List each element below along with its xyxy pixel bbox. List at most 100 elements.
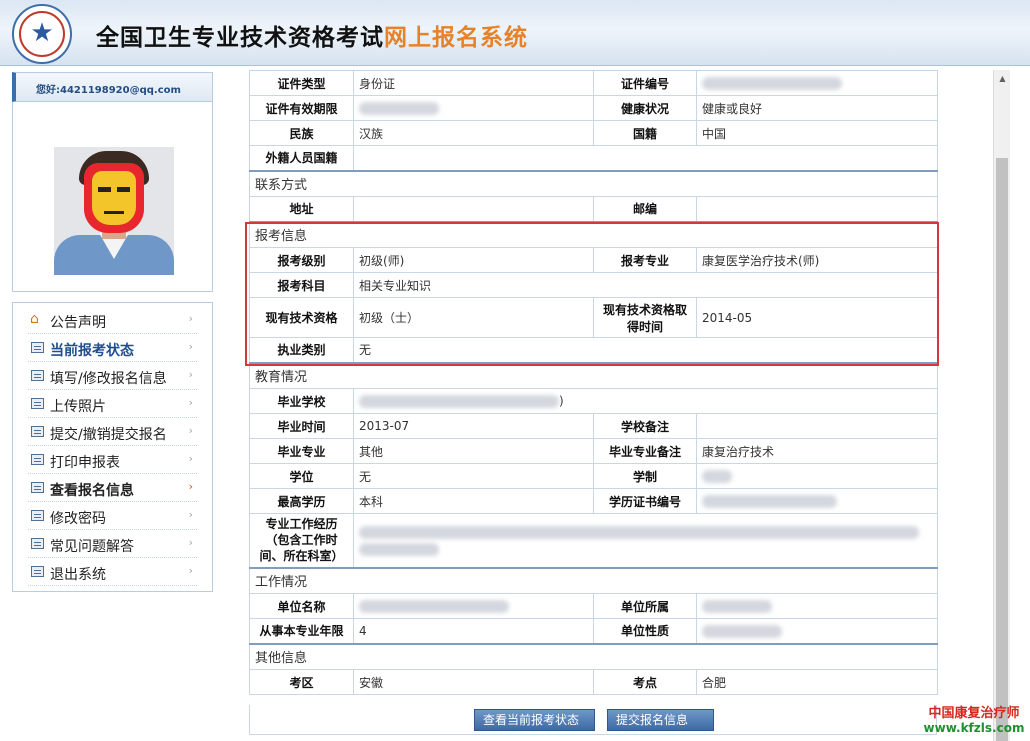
chevron-right-icon: › — [188, 396, 193, 409]
vertical-scrollbar[interactable]: ▲ — [993, 70, 1010, 741]
doc-icon — [31, 510, 44, 521]
sidebar-item-submit-revoke[interactable]: 提交/撤销提交报名 › — [28, 418, 197, 446]
field-label: 地址 — [249, 196, 354, 222]
sidebar-item-change-password[interactable]: 修改密码 › — [28, 502, 197, 530]
chevron-right-icon: › — [188, 536, 193, 549]
sidebar-item-view-info[interactable]: 查看报名信息 › — [28, 474, 197, 502]
field-value — [696, 413, 938, 439]
photo-panel — [12, 102, 213, 292]
field-value-redacted — [353, 95, 594, 121]
field-label: 现有技术资格取得时间 — [593, 297, 697, 338]
field-label: 毕业时间 — [249, 413, 354, 439]
table-row: 从事本专业年限 4 单位性质 — [249, 618, 938, 644]
table-row: 专业工作经历（包含工作时间、所在科室） — [249, 513, 938, 568]
registration-info-panel: 证件类型 身份证 证件编号 证件有效期限 健康状况 健康或良好 民族 汉族 国籍… — [245, 70, 939, 741]
sidebar-item-upload-photo[interactable]: 上传照片 › — [28, 390, 197, 418]
registration-info-table: 证件类型 身份证 证件编号 证件有效期限 健康状况 健康或良好 民族 汉族 国籍… — [249, 70, 938, 695]
field-value: 初级（士） — [353, 297, 594, 338]
chevron-right-icon: › — [188, 508, 193, 521]
field-label: 国籍 — [593, 120, 697, 146]
field-value: 2014-05 — [696, 297, 938, 338]
chevron-right-icon: › — [188, 312, 193, 325]
section-title: 工作情况 — [249, 566, 938, 594]
field-value-redacted — [696, 70, 938, 96]
field-value: 相关专业知识 — [353, 272, 938, 298]
header-banner: ★ 全国卫生专业技术资格考试网上报名系统 — [0, 0, 1030, 66]
scrollbar-thumb[interactable] — [996, 158, 1008, 741]
chevron-right-icon: › — [188, 368, 193, 381]
field-label: 从事本专业年限 — [249, 618, 354, 644]
sidebar-menu: ⌂ 公告声明 › 当前报考状态 › 填写/修改报名信息 › 上传照片 › 提交/… — [12, 302, 213, 592]
section-title: 联系方式 — [249, 169, 938, 197]
field-value: 2013-07 — [353, 413, 594, 439]
sidebar-item-label: 修改密码 — [50, 511, 106, 527]
section-header: 报考信息 — [249, 220, 938, 248]
field-value-redacted: ) — [353, 388, 938, 414]
field-label: 邮编 — [593, 196, 697, 222]
field-label: 外籍人员国籍 — [249, 145, 354, 171]
field-label: 现有技术资格 — [249, 297, 354, 338]
field-value: 汉族 — [353, 120, 594, 146]
table-row: 毕业时间 2013-07 学校备注 — [249, 413, 938, 439]
chevron-right-icon: › — [188, 424, 193, 437]
star-emblem-icon: ★ — [12, 4, 72, 64]
section-title: 其他信息 — [249, 642, 938, 670]
field-label: 毕业专业备注 — [593, 438, 697, 464]
action-bar: 查看当前报考状态 提交报名信息 — [249, 705, 937, 735]
field-value — [353, 145, 938, 171]
submit-info-button[interactable]: 提交报名信息 — [607, 709, 714, 731]
chevron-right-icon: › — [188, 480, 193, 493]
field-value — [696, 196, 938, 222]
field-label: 证件类型 — [249, 70, 354, 96]
doc-icon — [31, 566, 44, 577]
sidebar-item-logout[interactable]: 退出系统 › — [28, 558, 197, 586]
doc-icon — [31, 398, 44, 409]
field-value-redacted — [353, 513, 938, 568]
sidebar-item-faq[interactable]: 常见问题解答 › — [28, 530, 197, 558]
section-title: 教育情况 — [249, 361, 938, 389]
field-label: 专业工作经历（包含工作时间、所在科室） — [249, 513, 354, 568]
field-label: 学制 — [593, 463, 697, 489]
scroll-up-icon[interactable]: ▲ — [994, 70, 1011, 87]
sidebar-item-print-form[interactable]: 打印申报表 › — [28, 446, 197, 474]
table-row: 毕业专业 其他 毕业专业备注 康复治疗技术 — [249, 438, 938, 464]
field-label: 考区 — [249, 669, 354, 695]
field-value-redacted — [696, 488, 938, 514]
field-value-redacted — [353, 593, 594, 619]
field-value — [353, 196, 594, 222]
sidebar-item-label: 当前报考状态 — [50, 343, 134, 359]
view-status-button[interactable]: 查看当前报考状态 — [474, 709, 595, 731]
table-row: 毕业学校 ) — [249, 388, 938, 414]
sidebar-item-exam-status[interactable]: 当前报考状态 › — [28, 334, 197, 362]
user-greeting: 您好:4421198920@qq.com — [36, 85, 181, 96]
table-row: 证件有效期限 健康状况 健康或良好 — [249, 95, 938, 121]
chevron-right-icon: › — [188, 452, 193, 465]
field-value: 其他 — [353, 438, 594, 464]
field-value: 中国 — [696, 120, 938, 146]
sidebar-item-label: 打印申报表 — [50, 455, 120, 471]
field-value: 康复治疗技术 — [696, 438, 938, 464]
field-label: 健康状况 — [593, 95, 697, 121]
doc-icon — [31, 370, 44, 381]
field-label: 最高学历 — [249, 488, 354, 514]
table-row: 现有技术资格 初级（士） 现有技术资格取得时间 2014-05 — [249, 297, 938, 338]
section-header: 工作情况 — [249, 566, 938, 594]
watermark-url: www.kfzls.com — [923, 721, 1025, 735]
watermark-title: 中国康复治疗师 — [928, 706, 1020, 721]
sidebar-item-label: 提交/撤销提交报名 — [50, 427, 167, 443]
sidebar-item-label: 退出系统 — [50, 567, 106, 583]
field-label: 报考专业 — [593, 247, 697, 273]
field-label: 单位所属 — [593, 593, 697, 619]
page-title: 全国卫生专业技术资格考试网上报名系统 — [96, 18, 528, 52]
doc-icon — [31, 342, 44, 353]
field-value-redacted — [696, 618, 938, 644]
table-row: 考区 安徽 考点 合肥 — [249, 669, 938, 695]
field-value-redacted — [696, 593, 938, 619]
field-value: 健康或良好 — [696, 95, 938, 121]
field-label: 民族 — [249, 120, 354, 146]
sidebar-item-edit-info[interactable]: 填写/修改报名信息 › — [28, 362, 197, 390]
sidebar-item-announcement[interactable]: ⌂ 公告声明 › — [28, 306, 197, 334]
section-header: 教育情况 — [249, 361, 938, 389]
table-row: 外籍人员国籍 — [249, 145, 938, 171]
table-row: 报考科目 相关专业知识 — [249, 272, 938, 298]
